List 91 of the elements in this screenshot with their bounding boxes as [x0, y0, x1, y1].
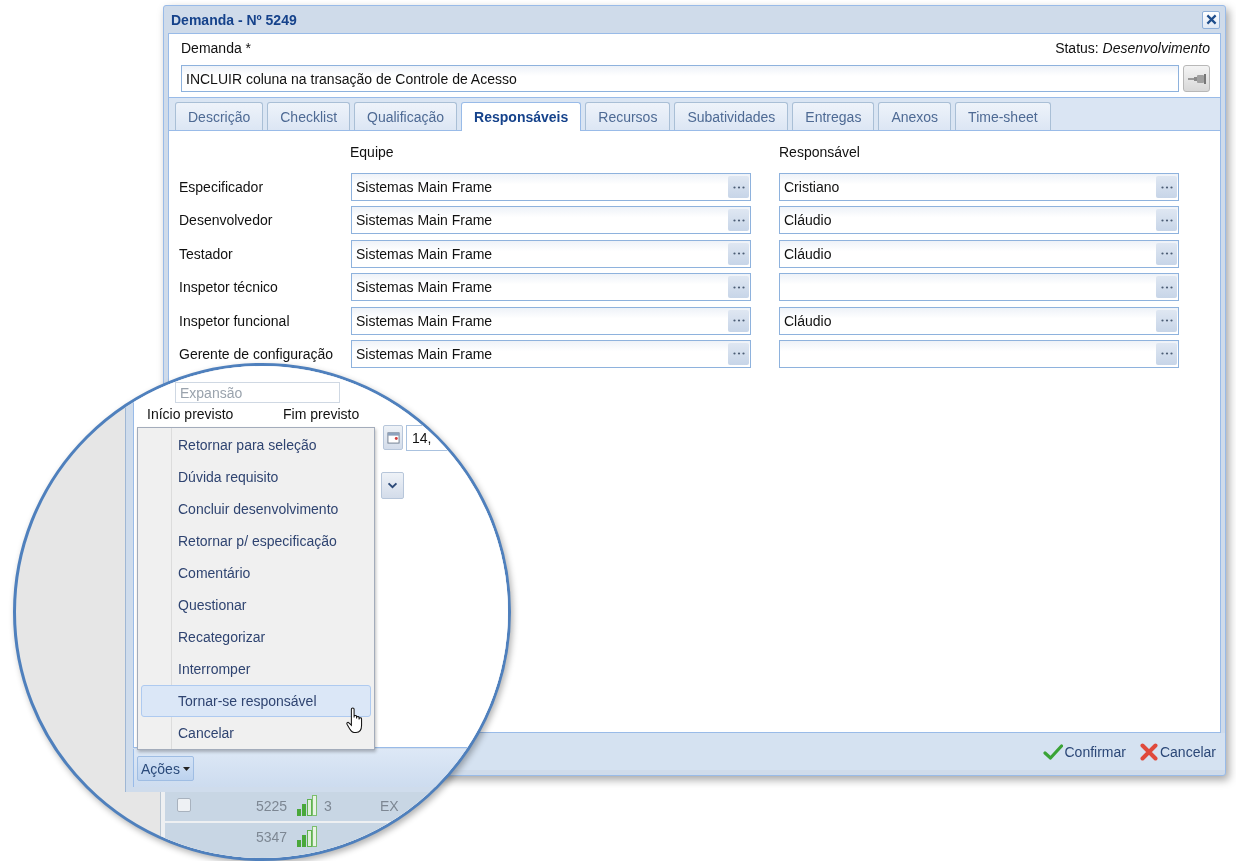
ellipsis-icon [732, 319, 745, 323]
ellipsis-icon [1160, 285, 1173, 289]
signal-bars-icon [297, 826, 318, 847]
check-icon [1042, 743, 1063, 760]
ellipsis-icon [1160, 185, 1173, 189]
responsible-field[interactable]: Cláudio [779, 306, 1179, 335]
signal-bars-icon [297, 795, 318, 816]
team-field[interactable]: Sistemas Main Frame [351, 306, 751, 335]
tab[interactable]: Descrição [175, 102, 264, 130]
demand-input[interactable]: INCLUIR coluna na transação de Controle de Acesso [181, 65, 1179, 92]
ellipsis-icon [1160, 319, 1173, 323]
tab[interactable]: Anexos [878, 102, 952, 130]
tab[interactable]: Recursos [585, 102, 671, 130]
status-text: Status: Desenvolvimento [1055, 40, 1210, 56]
pin-icon [1187, 73, 1206, 84]
browse-button[interactable] [728, 242, 749, 265]
browse-button[interactable] [1156, 276, 1177, 299]
caret-icon [182, 766, 190, 771]
team-field[interactable]: Sistemas Main Frame [351, 173, 751, 201]
actions-button[interactable]: Ações [137, 756, 194, 781]
role-label: Inspetor técnico [179, 279, 278, 296]
team-field[interactable]: Sistemas Main Frame [351, 273, 751, 302]
calendar-icon [386, 431, 400, 444]
browse-button[interactable] [1156, 342, 1177, 365]
ellipsis-icon [732, 285, 745, 289]
tab[interactable]: Time-sheet [955, 102, 1051, 130]
menu-item[interactable]: Recategorizar [141, 621, 371, 653]
browse-button[interactable] [728, 276, 749, 299]
tab[interactable]: Checklist [267, 102, 351, 130]
menu-item[interactable]: Tornar-se responsável [141, 685, 371, 717]
date-picker-button[interactable] [383, 425, 403, 450]
row-checkbox[interactable] [177, 798, 191, 812]
chevron-down-icon [387, 482, 398, 489]
team-field[interactable]: Sistemas Main Frame [351, 239, 751, 268]
close-icon [1205, 14, 1217, 25]
column-header: Responsável [779, 144, 860, 160]
ellipsis-icon [1160, 218, 1173, 222]
tab[interactable]: Qualificação [354, 102, 458, 130]
field-label: Fim previsto [283, 406, 360, 422]
field-label: Demanda * [181, 40, 252, 56]
column-header: Equipe [350, 144, 394, 160]
menu-item[interactable]: Cancelar [141, 717, 371, 749]
grid-cell: 5225 [256, 798, 288, 814]
dialog-title: Demanda - Nº 5249 [171, 11, 297, 28]
menu-item[interactable]: Retornar p/ especificação [141, 525, 371, 557]
browse-button[interactable] [1156, 209, 1177, 232]
ellipsis-icon [1160, 352, 1173, 356]
grid-cell: EX [380, 798, 399, 814]
menu-item[interactable]: Dúvida requisito [141, 461, 371, 493]
dropdown-button[interactable] [381, 472, 404, 499]
ellipsis-icon [732, 252, 745, 256]
tab[interactable]: Responsáveis [461, 102, 582, 131]
responsible-field[interactable]: Cláudio [779, 206, 1179, 235]
role-label: Inspetor funcional [179, 312, 290, 329]
team-field[interactable]: Sistemas Main Frame [351, 339, 751, 368]
pin-button[interactable] [1183, 65, 1210, 92]
responsible-field[interactable]: Cristiano [779, 173, 1179, 201]
role-label: Gerente de configuração [179, 345, 334, 362]
responsible-field[interactable] [779, 339, 1179, 368]
role-label: Desenvolvedor [179, 212, 273, 229]
menu-item[interactable]: Interromper [141, 653, 371, 685]
browse-button[interactable] [728, 209, 749, 232]
grid-cell: 5347 [256, 829, 288, 845]
role-label: Testador [179, 245, 233, 262]
browse-button[interactable] [728, 342, 749, 365]
ellipsis-icon [732, 352, 745, 356]
field-label: Início previsto [147, 406, 234, 422]
confirm-button[interactable]: Confirmar [1042, 743, 1126, 760]
role-label: Especificador [179, 179, 264, 195]
browse-button[interactable] [1156, 176, 1177, 198]
menu-item[interactable]: Retornar para seleção [141, 429, 371, 461]
menu-item[interactable]: Comentário [141, 557, 371, 589]
tab[interactable]: Subatividades [674, 102, 789, 130]
menu-item[interactable]: Concluir desenvolvimento [141, 493, 371, 525]
x-mark-icon [1139, 742, 1158, 761]
tab[interactable]: Entregas [792, 102, 875, 130]
team-field[interactable]: Sistemas Main Frame [351, 206, 751, 235]
browse-button[interactable] [1156, 309, 1177, 332]
responsible-field[interactable]: Cláudio [779, 239, 1179, 268]
browse-button[interactable] [728, 176, 749, 198]
ellipsis-icon [1160, 252, 1173, 256]
grid-cell: 3 [324, 798, 332, 814]
cancel-button[interactable]: Cancelar [1139, 742, 1216, 761]
menu-item[interactable]: Questionar [141, 589, 371, 621]
close-button[interactable] [1202, 10, 1220, 29]
browse-button[interactable] [728, 309, 749, 332]
browse-button[interactable] [1156, 242, 1177, 265]
responsible-field[interactable] [779, 273, 1179, 302]
ellipsis-icon [732, 218, 745, 222]
ellipsis-icon [732, 185, 745, 189]
hand-cursor-icon [346, 707, 363, 734]
